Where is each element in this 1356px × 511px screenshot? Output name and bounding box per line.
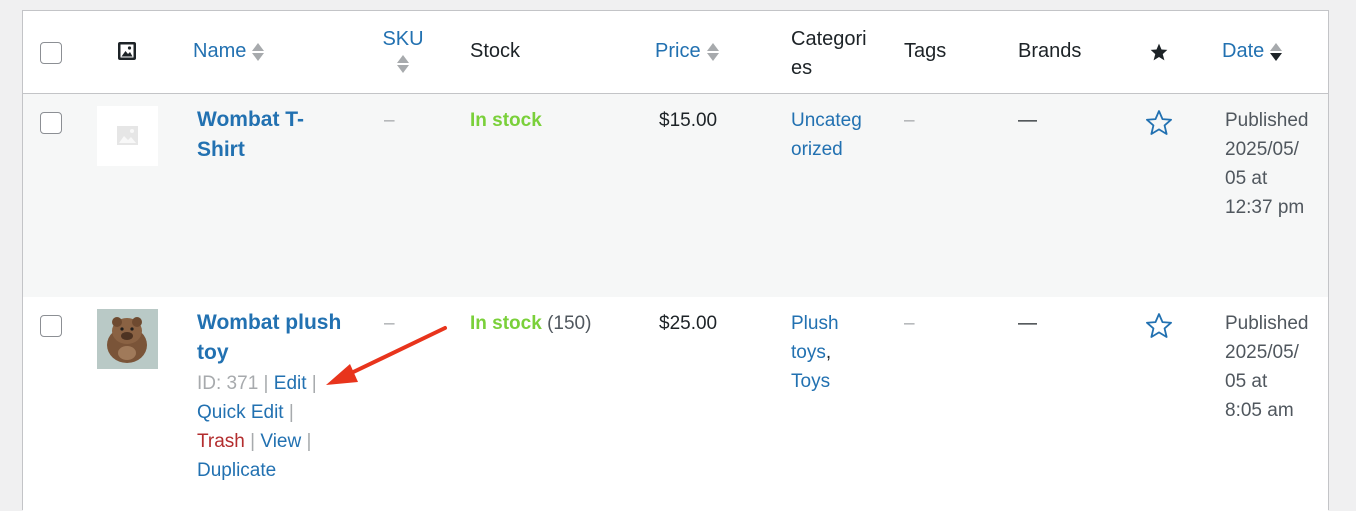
annotation-arrow (326, 326, 447, 385)
